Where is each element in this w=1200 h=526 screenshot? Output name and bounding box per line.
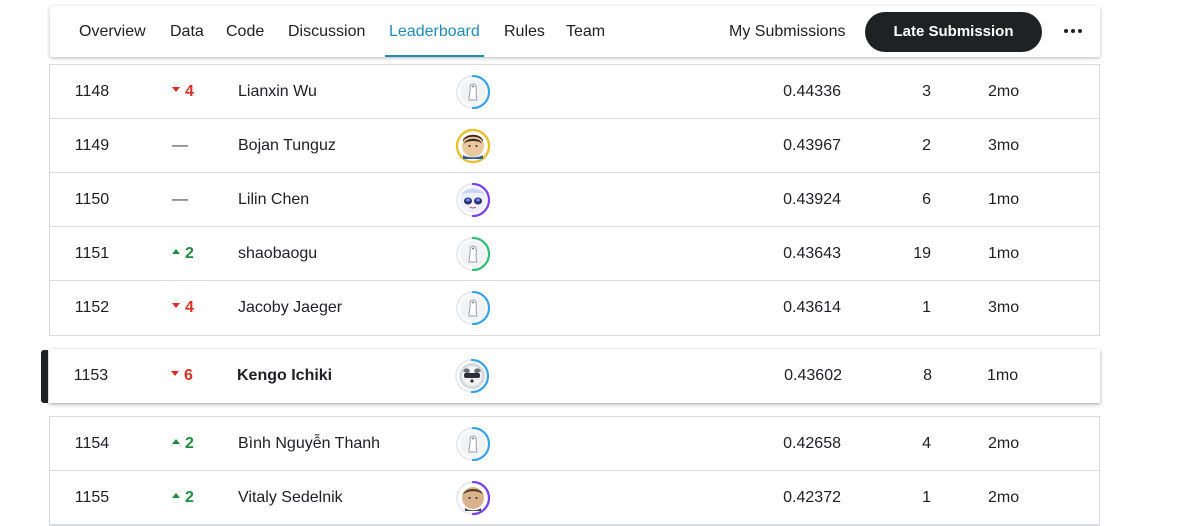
competition-nav: Overview Data Code Discussion Leaderboar… <box>50 6 1100 57</box>
table-row[interactable]: 1151 2 shaobaogu 0.43643 19 1mo <box>50 227 1099 281</box>
rank-change-value: 4 <box>185 299 194 316</box>
rank-change-value: — <box>172 137 188 154</box>
last-submission: 2mo <box>988 489 1020 506</box>
rank-change: 4 <box>172 65 212 119</box>
score: 0.43967 <box>783 137 841 154</box>
rank-down-icon <box>171 371 179 377</box>
leaderboard-table-top: 1148 4 Lianxin Wu 0.44336 3 2mo 1149 — Bojan Tun… <box>49 64 1100 336</box>
avatar[interactable] <box>454 358 490 394</box>
rank-change-value: 6 <box>184 367 193 384</box>
entries-count: 1 <box>922 489 931 506</box>
tab-discussion[interactable]: Discussion <box>288 6 365 57</box>
table-row[interactable]: 1154 2 Bình Nguyễn Thanh 0.42658 4 2mo <box>50 417 1099 471</box>
entries-count: 1 <box>922 299 931 316</box>
last-submission: 3mo <box>988 299 1020 316</box>
late-submission-button[interactable]: Late Submission <box>865 12 1042 52</box>
team-name[interactable]: Lilin Chen <box>238 173 309 227</box>
avatar[interactable] <box>455 74 491 110</box>
entries-count: 4 <box>922 435 931 452</box>
rank-down-icon <box>172 87 180 93</box>
table-row[interactable]: 1148 4 Lianxin Wu 0.44336 3 2mo <box>50 65 1099 119</box>
row-divider <box>50 524 1099 525</box>
rank: 1151 <box>74 245 110 262</box>
last-submission: 2mo <box>988 83 1020 100</box>
leaderboard-table-bottom: 1154 2 Bình Nguyễn Thanh 0.42658 4 2mo 1155 2 Vi… <box>49 416 1100 526</box>
last-submission: 1mo <box>987 367 1019 384</box>
rank-change: — <box>172 173 212 227</box>
avatar[interactable] <box>455 480 491 516</box>
score: 0.42658 <box>783 435 841 452</box>
rank-change: 4 <box>172 281 212 335</box>
current-user-row[interactable]: 1153 6 Kengo Ichiki 0.43602 8 1mo <box>49 349 1100 403</box>
rank-up-icon <box>172 493 180 499</box>
last-submission: 1mo <box>988 191 1020 208</box>
current-user-indicator <box>41 350 48 403</box>
rank-down-icon <box>172 303 180 309</box>
tab-leaderboard[interactable]: Leaderboard <box>385 6 484 57</box>
table-row[interactable]: 1152 4 Jacoby Jaeger 0.43614 1 3mo <box>50 281 1099 335</box>
table-row[interactable]: 1155 2 Vitaly Sedelnik 0.42372 1 2mo <box>50 471 1099 525</box>
score: 0.44336 <box>783 83 841 100</box>
last-submission: 1mo <box>988 245 1020 262</box>
entries-count: 2 <box>922 137 931 154</box>
rank: 1153 <box>73 367 109 384</box>
more-horizontal-icon[interactable] <box>1061 19 1085 43</box>
team-name[interactable]: Vitaly Sedelnik <box>238 471 343 525</box>
entries-count: 19 <box>913 245 931 262</box>
table-row[interactable]: 1153 6 Kengo Ichiki 0.43602 8 1mo <box>49 349 1100 403</box>
rank-change: 2 <box>172 417 212 471</box>
tab-team[interactable]: Team <box>566 6 605 57</box>
rank-change: — <box>172 119 212 173</box>
last-submission: 2mo <box>988 435 1020 452</box>
entries-count: 6 <box>922 191 931 208</box>
rank: 1150 <box>74 191 110 208</box>
rank-change-value: 2 <box>185 245 194 262</box>
rank-up-icon <box>172 439 180 445</box>
table-row[interactable]: 1150 — Lilin Chen 0.43924 6 1mo <box>50 173 1099 227</box>
rank: 1152 <box>74 299 110 316</box>
rank-change-value: 4 <box>185 83 194 100</box>
team-name[interactable]: Lianxin Wu <box>238 65 317 119</box>
my-submissions-link[interactable]: My Submissions <box>729 6 845 57</box>
team-name[interactable]: Jacoby Jaeger <box>238 281 342 335</box>
tab-overview[interactable]: Overview <box>79 6 146 57</box>
rank: 1155 <box>74 489 110 506</box>
rank-change-value: 2 <box>185 435 194 452</box>
score: 0.43643 <box>783 245 841 262</box>
rank: 1149 <box>74 137 110 154</box>
score: 0.43924 <box>783 191 841 208</box>
avatar[interactable] <box>455 182 491 218</box>
last-submission: 3mo <box>988 137 1020 154</box>
score: 0.42372 <box>783 489 841 506</box>
team-name[interactable]: Bình Nguyễn Thanh <box>238 417 380 471</box>
entries-count: 8 <box>923 367 932 384</box>
table-row[interactable]: 1149 — Bojan Tunguz 0.43967 2 3mo <box>50 119 1099 173</box>
rank-change: 2 <box>172 227 212 281</box>
rank-change-value: 2 <box>185 489 194 506</box>
avatar[interactable] <box>455 290 491 326</box>
rank-change: 6 <box>171 349 211 403</box>
rank-up-icon <box>172 249 180 255</box>
rank-change: 2 <box>172 471 212 525</box>
avatar[interactable] <box>455 236 491 272</box>
entries-count: 3 <box>922 83 931 100</box>
score: 0.43614 <box>783 299 841 316</box>
team-name[interactable]: Kengo Ichiki <box>237 349 332 403</box>
avatar[interactable] <box>455 128 491 164</box>
avatar[interactable] <box>455 426 491 462</box>
rank: 1154 <box>74 435 110 452</box>
tab-data[interactable]: Data <box>170 6 204 57</box>
team-name[interactable]: shaobaogu <box>238 227 317 281</box>
score: 0.43602 <box>784 367 842 384</box>
rank-change-value: — <box>172 191 188 208</box>
tab-rules[interactable]: Rules <box>504 6 545 57</box>
tab-code[interactable]: Code <box>226 6 264 57</box>
rank: 1148 <box>74 83 110 100</box>
team-name[interactable]: Bojan Tunguz <box>238 119 336 173</box>
